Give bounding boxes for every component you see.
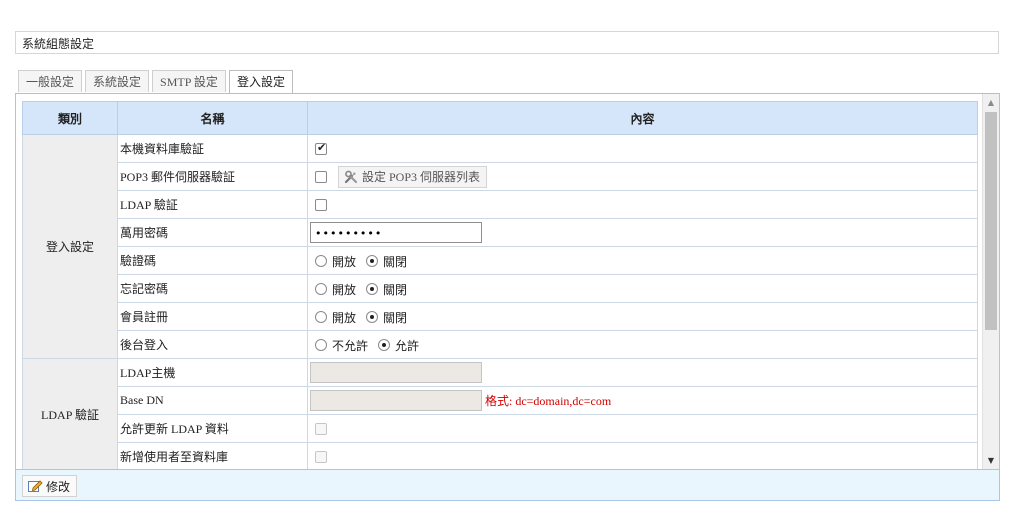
allow-ldap-update-checkbox[interactable] <box>315 423 327 436</box>
pop3-server-list-button[interactable]: 設定 POP3 伺服器列表 <box>338 165 488 188</box>
row-name: LDAP主機 <box>117 358 308 387</box>
radio-label: 開放 <box>332 255 357 269</box>
backend-login-deny-radio[interactable] <box>315 338 327 351</box>
header-name: 名稱 <box>117 101 308 135</box>
header-category: 類別 <box>22 101 118 135</box>
radio-label: 關閉 <box>383 255 408 269</box>
table-row: 會員註冊 開放 關閉 <box>23 302 978 331</box>
master-password-input[interactable] <box>310 222 482 243</box>
row-name: LDAP 驗証 <box>117 190 308 219</box>
scrollbar-thumb[interactable] <box>985 112 997 330</box>
table-row: 驗證碼 開放 關閉 <box>23 246 978 275</box>
row-name: 本機資料庫驗証 <box>117 134 308 163</box>
row-name: 後台登入 <box>117 330 308 359</box>
member-register-close-radio[interactable] <box>366 310 379 323</box>
table-row: 允許更新 LDAP 資料 <box>23 414 978 443</box>
settings-panel: 類別 名稱 內容 登入設定 本機資料庫驗証 POP3 郵件伺服器驗証 <box>15 93 1000 470</box>
base-dn-format-hint: 格式: dc=domain,dc=com <box>485 394 612 408</box>
row-name: 會員註冊 <box>117 302 308 331</box>
row-name: Base DN <box>117 386 308 415</box>
category-login: 登入設定 <box>22 134 118 359</box>
tab-login[interactable]: 登入設定 <box>228 70 293 93</box>
table-header-row: 類別 名稱 內容 <box>22 101 978 135</box>
radio-label: 不允許 <box>332 339 369 353</box>
vertical-scrollbar[interactable]: ▲ ▼ <box>982 94 999 469</box>
base-dn-input[interactable] <box>310 390 482 411</box>
pop3-server-list-label: 設定 POP3 伺服器列表 <box>362 170 481 184</box>
table-row: LDAP 驗証 <box>23 190 978 219</box>
row-value: 格式: dc=domain,dc=com <box>307 386 978 415</box>
ldap-host-input[interactable] <box>310 362 482 383</box>
tab-bar: 一般設定 系統設定 SMTP 設定 登入設定 <box>18 70 296 93</box>
row-value: 不允許 允許 <box>307 330 978 359</box>
scroll-up-arrow-icon[interactable]: ▲ <box>983 94 999 111</box>
row-value: 開放 關閉 <box>307 274 978 303</box>
row-name: 萬用密碼 <box>117 218 308 247</box>
header-content: 內容 <box>307 101 978 135</box>
row-value <box>307 414 978 443</box>
row-value <box>307 358 978 387</box>
captcha-close-radio[interactable] <box>366 254 379 267</box>
radio-label: 開放 <box>332 283 357 297</box>
tab-general[interactable]: 一般設定 <box>18 70 83 92</box>
row-value <box>307 190 978 219</box>
table-row: 忘記密碼 開放 關閉 <box>23 274 978 303</box>
row-name: 允許更新 LDAP 資料 <box>117 414 308 443</box>
row-name: 驗證碼 <box>117 246 308 275</box>
footer-bar: 修改 <box>15 470 1000 501</box>
tab-system[interactable]: 系統設定 <box>85 70 150 92</box>
table-row: POP3 郵件伺服器驗証 設定 POP3 伺服器列表 <box>23 162 978 191</box>
forgot-password-open-radio[interactable] <box>315 282 327 295</box>
table-row: Base DN 格式: dc=domain,dc=com <box>23 386 978 415</box>
add-user-to-db-checkbox[interactable] <box>315 451 327 464</box>
member-register-open-radio[interactable] <box>315 310 327 323</box>
radio-label: 關閉 <box>383 283 408 297</box>
row-value <box>307 218 978 247</box>
row-value: 設定 POP3 伺服器列表 <box>307 162 978 191</box>
category-ldap: LDAP 驗証 <box>22 358 118 469</box>
backend-login-allow-radio[interactable] <box>378 338 391 351</box>
local-db-auth-checkbox[interactable] <box>315 141 327 156</box>
forgot-password-close-radio[interactable] <box>366 282 379 295</box>
row-value: 開放 關閉 <box>307 302 978 331</box>
radio-label: 允許 <box>395 339 420 353</box>
pop3-auth-checkbox[interactable] <box>315 170 327 183</box>
row-name: POP3 郵件伺服器驗証 <box>117 162 308 191</box>
table-row: 萬用密碼 <box>23 218 978 247</box>
row-name: 新增使用者至資料庫 <box>117 442 308 469</box>
page-title: 系統組態設定 <box>15 31 999 54</box>
table-row: 新增使用者至資料庫 <box>23 442 978 469</box>
table-row: 登入設定 本機資料庫驗証 <box>22 134 978 359</box>
scroll-down-arrow-icon[interactable]: ▼ <box>983 452 999 469</box>
edit-icon <box>28 480 43 492</box>
save-button[interactable]: 修改 <box>22 475 78 497</box>
save-button-label: 修改 <box>46 479 71 494</box>
settings-table: 類別 名稱 內容 登入設定 本機資料庫驗証 POP3 郵件伺服器驗証 <box>22 101 978 469</box>
radio-label: 關閉 <box>383 311 408 325</box>
tab-smtp[interactable]: SMTP 設定 <box>152 70 226 92</box>
row-value: 開放 關閉 <box>307 246 978 275</box>
tools-icon <box>344 170 358 183</box>
table-row: LDAP 驗証 LDAP主機 <box>22 358 978 469</box>
row-name: 忘記密碼 <box>117 274 308 303</box>
ldap-auth-checkbox[interactable] <box>315 199 327 212</box>
table-row: 後台登入 不允許 允許 <box>23 330 978 359</box>
radio-label: 開放 <box>332 311 357 325</box>
captcha-open-radio[interactable] <box>315 254 327 267</box>
row-value <box>307 442 978 469</box>
row-value <box>307 134 978 163</box>
